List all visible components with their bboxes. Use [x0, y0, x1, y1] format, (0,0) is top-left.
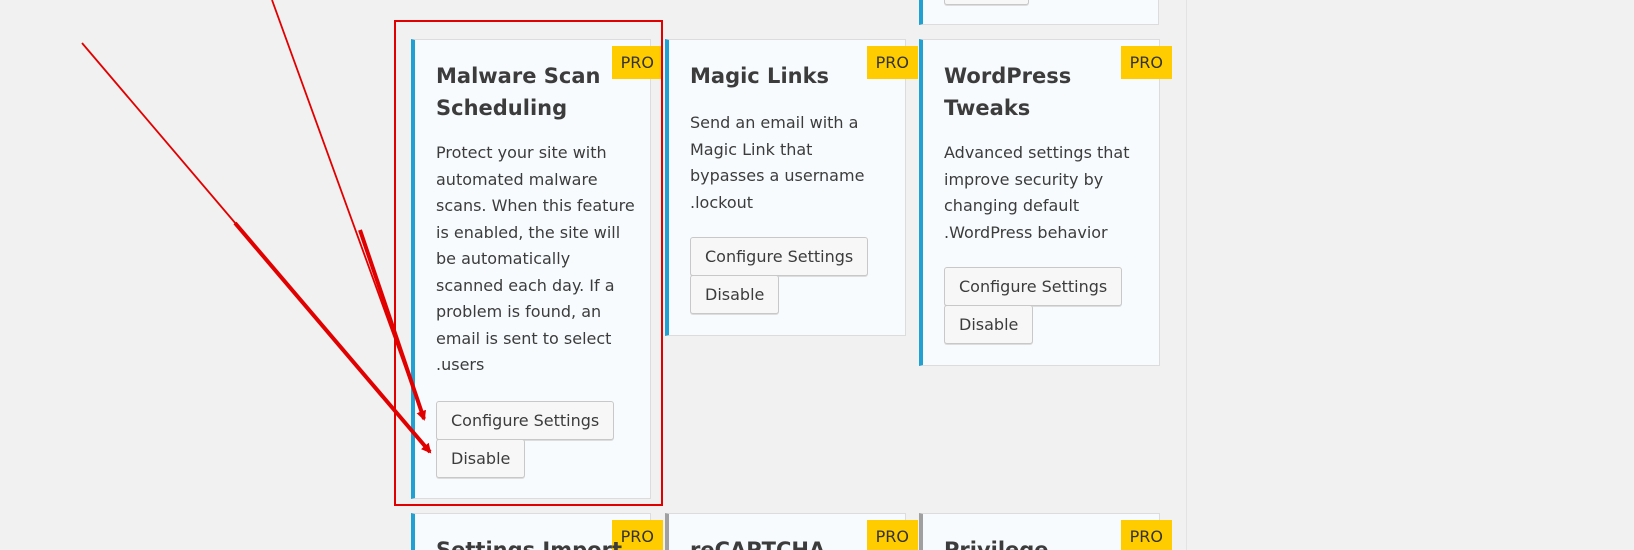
settings-features-page: PRO Malware Scan Scheduling Protect your…: [0, 0, 1634, 550]
annotation-arrows: [81, 0, 432, 454]
arrow-to-configure-thick: [358, 229, 426, 420]
arrow-to-disable-thick: [233, 221, 432, 454]
